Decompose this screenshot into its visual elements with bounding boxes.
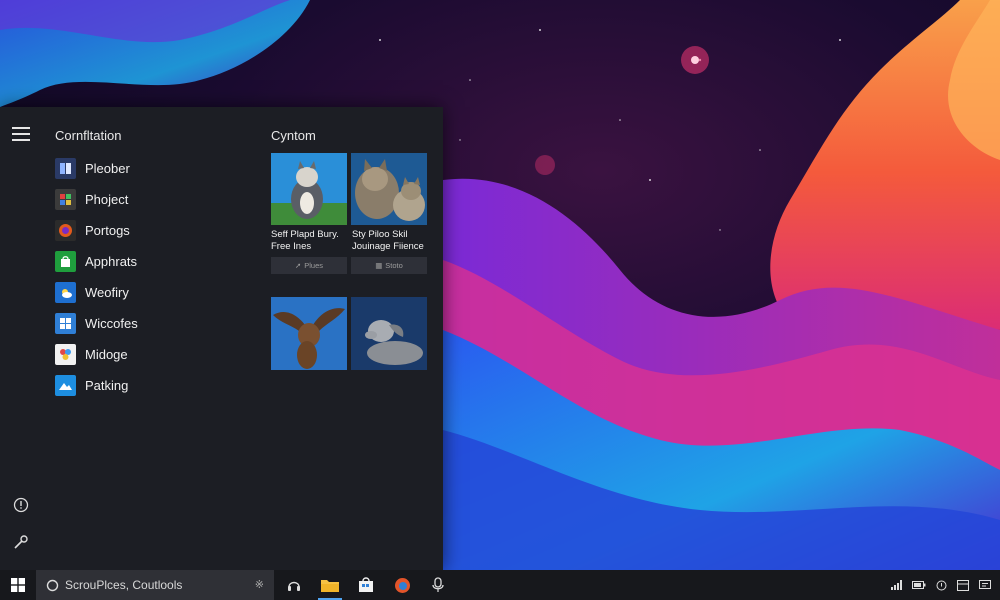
app-label: Wiccofes bbox=[85, 316, 138, 331]
tile-action-label: Stoto bbox=[385, 261, 403, 270]
edge-icon[interactable] bbox=[384, 570, 420, 600]
tile-cat-image[interactable] bbox=[271, 153, 347, 225]
tile-caption-line: Sty Piloo Skil bbox=[352, 229, 408, 240]
start-menu: Cornfltation Cyntom Pleober Phoject Port… bbox=[0, 107, 443, 570]
tile-caption: Sty Piloo Skil Jouinage Fiience bbox=[352, 229, 432, 253]
system-tray bbox=[886, 570, 1000, 600]
battery-icon[interactable] bbox=[908, 570, 930, 600]
wrench-icon[interactable] bbox=[12, 533, 30, 551]
tile-caption-line: Seff Plapd Bury. bbox=[271, 229, 339, 240]
app-item-midoge[interactable]: Midoge bbox=[55, 339, 245, 370]
grid-icon[interactable] bbox=[952, 570, 974, 600]
tile-caption-line: Jouinage Fiience bbox=[352, 241, 424, 252]
info-icon[interactable] bbox=[12, 496, 30, 514]
app-item-apphrats[interactable]: Apphrats bbox=[55, 246, 245, 277]
book-icon bbox=[55, 158, 76, 179]
pin-icon: ➚ bbox=[294, 261, 302, 270]
tile-caption: Seff Plapd Bury. Free Ines bbox=[271, 229, 351, 253]
app-item-patking[interactable]: Patking bbox=[55, 370, 245, 401]
app-label: Patking bbox=[85, 378, 129, 393]
cortana-ring-icon bbox=[46, 579, 59, 592]
hamburger-menu-icon[interactable] bbox=[12, 127, 30, 141]
app-list-title: Cornfltation bbox=[55, 128, 122, 143]
app-list: Pleober Phoject Portogs Apphrats Weofiry bbox=[55, 153, 245, 401]
tile-flying-dog-image[interactable] bbox=[271, 297, 347, 370]
file-explorer-icon[interactable] bbox=[312, 570, 348, 600]
app-item-weofiry[interactable]: Weofiry bbox=[55, 277, 245, 308]
weather-icon bbox=[55, 282, 76, 303]
windows-logo-icon bbox=[11, 578, 25, 592]
grid-icon bbox=[55, 189, 76, 210]
tile-action-button[interactable]: ➚ Plues bbox=[271, 257, 347, 274]
firefox-icon bbox=[55, 220, 76, 241]
store-small-icon: ▦ bbox=[375, 261, 383, 270]
message-icon[interactable] bbox=[974, 570, 996, 600]
app-item-portogs[interactable]: Portogs bbox=[55, 215, 245, 246]
store-bag-icon bbox=[55, 251, 76, 272]
app-label: Pleober bbox=[85, 161, 130, 176]
app-item-phoject[interactable]: Phoject bbox=[55, 184, 245, 215]
tile-caption-line: Free Ines bbox=[271, 241, 312, 252]
app-item-pleober[interactable]: Pleober bbox=[55, 153, 245, 184]
photos-icon bbox=[55, 344, 76, 365]
taskbar-search-box[interactable]: ScrouPlces, Coutlools ※ bbox=[36, 570, 274, 600]
start-button[interactable] bbox=[0, 570, 36, 600]
tiles-section-title: Cyntom bbox=[271, 128, 316, 143]
store-icon[interactable] bbox=[348, 570, 384, 600]
app-label: Midoge bbox=[85, 347, 128, 362]
mountain-icon bbox=[55, 375, 76, 396]
app-item-wiccofes[interactable]: Wiccofes bbox=[55, 308, 245, 339]
microphone-icon[interactable] bbox=[420, 570, 456, 600]
app-label: Portogs bbox=[85, 223, 130, 238]
info-icon[interactable] bbox=[930, 570, 952, 600]
app-label: Weofiry bbox=[85, 285, 129, 300]
search-placeholder: ScrouPlces, Coutlools bbox=[65, 578, 183, 592]
tile-action-button[interactable]: ▦ Stoto bbox=[351, 257, 427, 274]
app-label: Apphrats bbox=[85, 254, 138, 269]
tile-tabby-cats-image[interactable] bbox=[351, 153, 427, 225]
signal-icon[interactable] bbox=[886, 570, 908, 600]
tile-action-label: Plues bbox=[304, 261, 324, 270]
windows-icon bbox=[55, 313, 76, 334]
tile-lying-dog-image[interactable] bbox=[351, 297, 427, 370]
taskbar: ScrouPlces, Coutlools ※ bbox=[0, 570, 1000, 600]
microphone-search-icon[interactable]: ※ bbox=[255, 578, 264, 591]
headset-icon[interactable] bbox=[276, 570, 312, 600]
app-label: Phoject bbox=[85, 192, 129, 207]
